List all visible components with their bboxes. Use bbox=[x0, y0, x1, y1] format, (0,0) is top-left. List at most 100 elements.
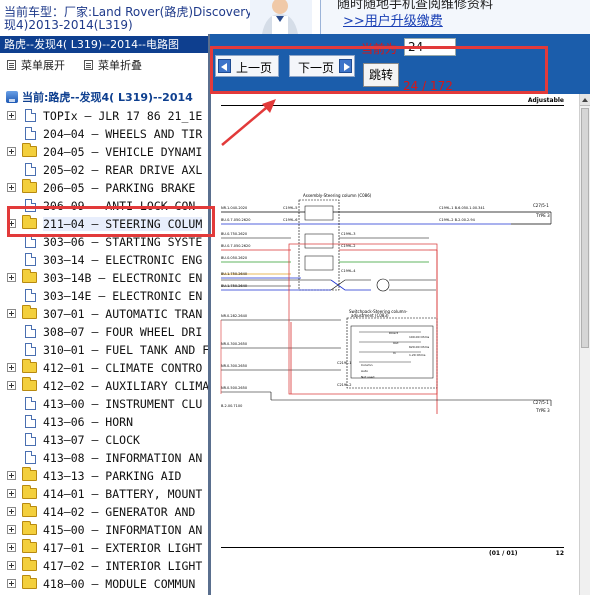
tree-item[interactable]: 413—13 — PARKING AID bbox=[0, 467, 210, 485]
svg-text:620.00 Ohms: 620.00 Ohms bbox=[409, 345, 430, 349]
svg-text:1.20 Ohms: 1.20 Ohms bbox=[409, 353, 426, 357]
tree-item-label: 206—09 — ANTI-LOCK CON bbox=[43, 199, 196, 213]
expand-toggle-icon[interactable] bbox=[7, 309, 16, 318]
tree-item[interactable]: 415—00 — INFORMATION AN bbox=[0, 521, 210, 539]
expand-all-button[interactable]: 菜单展开 bbox=[7, 57, 65, 73]
tree-root-node[interactable]: 当前:路虎--发现4( L319)--2014 bbox=[6, 89, 193, 105]
tree-item[interactable]: 414—01 — BATTERY, MOUNT bbox=[0, 485, 210, 503]
expand-toggle-icon[interactable] bbox=[7, 147, 16, 156]
tree-item-label: 412—01 — CLIMATE CONTRO bbox=[43, 361, 203, 375]
tree-item-label: 303—14 — ELECTRONIC ENG bbox=[43, 253, 203, 267]
svg-text:BU.0.750.2620: BU.0.750.2620 bbox=[221, 232, 247, 236]
tree-item[interactable]: 308—07 — FOUR WHEEL DRI bbox=[0, 323, 210, 341]
tree-item-label: 412—02 — AUXILIARY CLIMA bbox=[43, 379, 210, 393]
svg-text:NR.0.282.2640: NR.0.282.2640 bbox=[221, 314, 247, 318]
arrow-right-icon bbox=[339, 59, 352, 73]
expand-toggle-icon[interactable] bbox=[7, 111, 16, 120]
tree-item[interactable]: 204—05 — VEHICLE DYNAMI bbox=[0, 143, 210, 161]
folder-icon bbox=[22, 269, 37, 283]
expand-toggle-icon[interactable] bbox=[7, 561, 16, 570]
tree-item-label: 204—05 — VEHICLE DYNAMI bbox=[43, 145, 203, 159]
diagram-page-ref: (01 / 01) bbox=[489, 550, 518, 557]
svg-text:BU.0.7.050.2620: BU.0.7.050.2620 bbox=[221, 218, 250, 222]
diagram-footer: (01 / 01) 12 bbox=[221, 547, 564, 557]
tree-item[interactable]: 412—01 — CLIMATE CONTRO bbox=[0, 359, 210, 377]
folder-icon bbox=[22, 467, 37, 481]
tree-item[interactable]: 413—08 — INFORMATION AN bbox=[0, 449, 210, 467]
jump-button[interactable]: 跳转 bbox=[363, 63, 399, 87]
tree-item[interactable]: 413—06 — HORN bbox=[0, 413, 210, 431]
tree-list: TOPIx — JLR 17 86 21_1E — 204—04 — WHEELS… bbox=[0, 107, 210, 593]
expand-toggle-icon[interactable] bbox=[7, 381, 16, 390]
folder-icon bbox=[22, 503, 37, 517]
collapse-all-button[interactable]: 菜单折叠 bbox=[84, 57, 142, 73]
svg-text:C219L-2: C219L-2 bbox=[337, 383, 352, 387]
expand-toggle-icon[interactable] bbox=[7, 183, 16, 192]
computer-icon bbox=[6, 91, 18, 103]
expand-toggle-icon[interactable] bbox=[7, 273, 16, 282]
folder-icon bbox=[22, 377, 37, 391]
tree-item[interactable]: 303—14 — ELECTRONIC ENG bbox=[0, 251, 210, 269]
scroll-up-arrow-icon[interactable] bbox=[580, 94, 590, 106]
expand-toggle-icon[interactable] bbox=[7, 471, 16, 480]
svg-text:B.2.00.7100: B.2.00.7100 bbox=[221, 404, 242, 408]
tree-item-label: TOPIx — JLR 17 86 21_1E — bbox=[43, 109, 210, 123]
tree-item[interactable]: 206—09 — ANTI-LOCK CON bbox=[0, 197, 210, 215]
tree-item[interactable]: 417—02 — INTERIOR LIGHT bbox=[0, 557, 210, 575]
tree-item-label: 417—02 — INTERIOR LIGHT bbox=[43, 559, 203, 573]
tree-item[interactable]: 303—06 — STARTING SYSTE bbox=[0, 233, 210, 251]
svg-text:TYPE 3: TYPE 3 bbox=[535, 408, 550, 413]
svg-text:BU.1.750.2640: BU.1.750.2640 bbox=[221, 284, 247, 288]
folder-icon bbox=[22, 575, 37, 589]
next-page-button[interactable]: 下一页 bbox=[289, 55, 355, 77]
expand-toggle-icon[interactable] bbox=[7, 363, 16, 372]
expand-toggle-icon[interactable] bbox=[7, 525, 16, 534]
doc-icon bbox=[25, 199, 36, 212]
expand-toggle-icon[interactable] bbox=[7, 579, 16, 588]
user-upgrade-link[interactable]: >>用户升级缴费 bbox=[343, 10, 443, 29]
svg-text:NR.0.300.2650: NR.0.300.2650 bbox=[221, 364, 247, 368]
page-number-input[interactable]: 24 bbox=[404, 38, 456, 56]
scrollbar-thumb[interactable] bbox=[581, 108, 589, 348]
doc-icon bbox=[25, 451, 36, 464]
svg-text:C27/5-1: C27/5-1 bbox=[533, 400, 549, 405]
svg-text:C199L-5: C199L-5 bbox=[283, 206, 298, 210]
promo-banner: 随时随地手机查阅维修资料 >>用户升级缴费 bbox=[320, 0, 590, 34]
svg-text:C199L-2: C199L-2 bbox=[341, 244, 356, 248]
tree-item-label: 303—14B — ELECTRONIC EN bbox=[43, 271, 203, 285]
tree-item[interactable]: 418—00 — MODULE COMMUN bbox=[0, 575, 210, 593]
folder-icon bbox=[22, 359, 37, 373]
tree-item[interactable]: 413—00 — INSTRUMENT CLU bbox=[0, 395, 210, 413]
tree-item[interactable]: TOPIx — JLR 17 86 21_1E — bbox=[0, 107, 210, 125]
tree-item[interactable]: 417—01 — EXTERIOR LIGHT bbox=[0, 539, 210, 557]
tree-item-label: 414—01 — BATTERY, MOUNT bbox=[43, 487, 203, 501]
tree-item[interactable]: 310—01 — FUEL TANK AND F bbox=[0, 341, 210, 359]
expand-toggle-icon[interactable] bbox=[7, 507, 16, 516]
svg-text:In: In bbox=[393, 351, 396, 355]
tree-item-label: 310—01 — FUEL TANK AND F bbox=[43, 343, 210, 357]
svg-text:Direct: Direct bbox=[389, 331, 399, 335]
svg-text:Auto: Auto bbox=[361, 369, 368, 373]
doc-icon bbox=[25, 127, 36, 140]
tree-item[interactable]: 414—02 — GENERATOR AND bbox=[0, 503, 210, 521]
expand-all-label: 菜单展开 bbox=[21, 59, 65, 72]
svg-text:NR.1.040-2020: NR.1.040-2020 bbox=[221, 206, 247, 210]
svg-text:C219L-1: C219L-1 bbox=[337, 361, 352, 365]
tree-item[interactable]: 412—02 — AUXILIARY CLIMA bbox=[0, 377, 210, 395]
tree-item[interactable]: 204—04 — WHEELS AND TIR bbox=[0, 125, 210, 143]
diagram-scrollbar[interactable] bbox=[579, 94, 590, 595]
tree-item-label: 211—04 — STEERING COLUM bbox=[43, 217, 203, 231]
tree-item[interactable]: 413—07 — CLOCK bbox=[0, 431, 210, 449]
tree-item[interactable]: 206—05 — PARKING BRAKE bbox=[0, 179, 210, 197]
tree-item[interactable]: 303—14B — ELECTRONIC EN bbox=[0, 269, 210, 287]
tree-item-label: 206—05 — PARKING BRAKE bbox=[43, 181, 196, 195]
tree-item[interactable]: 303—14E — ELECTRONIC EN bbox=[0, 287, 210, 305]
previous-page-button[interactable]: 上一页 bbox=[215, 55, 279, 77]
tree-item[interactable]: 205—02 — REAR DRIVE AXL bbox=[0, 161, 210, 179]
tree-item[interactable]: 211—04 — STEERING COLUM bbox=[0, 215, 210, 233]
svg-text:C199L-2 B.2.00.2.94: C199L-2 B.2.00.2.94 bbox=[439, 218, 476, 222]
tree-item[interactable]: 307—01 — AUTOMATIC TRAN bbox=[0, 305, 210, 323]
expand-toggle-icon[interactable] bbox=[7, 543, 16, 552]
expand-toggle-icon[interactable] bbox=[7, 219, 16, 228]
expand-toggle-icon[interactable] bbox=[7, 489, 16, 498]
